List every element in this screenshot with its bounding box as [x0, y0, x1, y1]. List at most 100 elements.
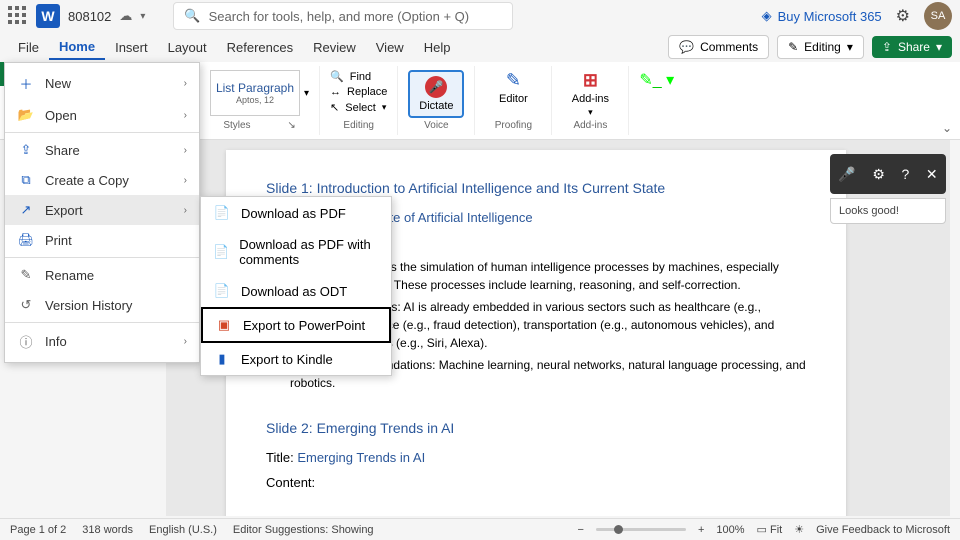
- dictate-floating-toolbar[interactable]: 🎤 ⚙ ? ✕: [830, 154, 946, 194]
- rename-icon: ✎: [17, 267, 35, 283]
- print-icon: 🖨: [17, 232, 35, 248]
- ribbon-main: List Paragraph Aptos, 12 ▾ Styles ↘ 🔍Fin…: [200, 62, 960, 139]
- buy-microsoft-link[interactable]: ◈ Buy Microsoft 365: [762, 8, 882, 24]
- word-app-icon[interactable]: W: [36, 4, 60, 28]
- app-launcher-icon[interactable]: [8, 6, 28, 26]
- search-icon: 🔍: [330, 70, 344, 83]
- new-icon: ＋: [17, 74, 35, 93]
- chevron-right-icon: ›: [184, 145, 187, 156]
- dictate-close-icon[interactable]: ✕: [926, 166, 938, 183]
- chevron-right-icon: ›: [184, 175, 187, 186]
- tab-insert[interactable]: Insert: [105, 36, 158, 59]
- cloud-saved-icon: ☁: [119, 8, 132, 24]
- menu-create-copy[interactable]: ⧉Create a Copy›: [5, 165, 199, 195]
- tab-layout[interactable]: Layout: [158, 36, 217, 59]
- find-button[interactable]: 🔍Find: [330, 70, 387, 83]
- titlebar-right: ◈ Buy Microsoft 365 ⚙ SA: [762, 2, 952, 30]
- cursor-icon: ↖: [330, 101, 339, 114]
- buy-label: Buy Microsoft 365: [778, 9, 882, 24]
- highlight-group: ✎_ ▾: [629, 66, 684, 135]
- fit-button[interactable]: ▭ Fit: [757, 523, 783, 536]
- menu-open[interactable]: 📂Open›: [5, 100, 199, 130]
- styles-group-label: Styles ↘: [223, 120, 295, 131]
- zoom-in-icon[interactable]: +: [698, 524, 704, 536]
- menu-rename[interactable]: ✎Rename: [5, 260, 199, 290]
- menu-share[interactable]: ⇪Share›: [5, 135, 199, 165]
- proofing-group: ✎ Editor Proofing: [475, 66, 552, 135]
- replace-button[interactable]: ↔Replace: [330, 86, 387, 98]
- addins-icon: ⊞: [583, 70, 598, 91]
- tab-view[interactable]: View: [366, 36, 414, 59]
- style-name: List Paragraph: [216, 81, 294, 95]
- ribbon-tabbar: File Home Insert Layout References Revie…: [0, 32, 960, 62]
- zoom-out-icon[interactable]: −: [578, 524, 584, 536]
- account-avatar[interactable]: SA: [924, 2, 952, 30]
- submenu-download-pdf[interactable]: 📄Download as PDF: [201, 197, 391, 229]
- brightness-icon[interactable]: ☀: [794, 523, 804, 536]
- dictate-help-icon[interactable]: ?: [902, 166, 910, 182]
- submenu-export-kindle[interactable]: ▮Export to Kindle: [201, 343, 391, 375]
- styles-launcher-icon[interactable]: ↘: [287, 120, 295, 131]
- export-icon: ↗: [17, 202, 35, 218]
- filename-chevron-icon[interactable]: ▾: [140, 11, 145, 22]
- style-preview[interactable]: List Paragraph Aptos, 12: [210, 70, 300, 116]
- statusbar: Page 1 of 2 318 words English (U.S.) Edi…: [0, 518, 960, 540]
- pdf-icon: 📄: [213, 205, 231, 221]
- addins-button[interactable]: ⊞ Add-ins ▾: [562, 70, 618, 118]
- share-icon: ⇪: [17, 142, 35, 158]
- search-input[interactable]: 🔍 Search for tools, help, and more (Opti…: [173, 2, 513, 30]
- proofing-group-label: Proofing: [495, 120, 532, 131]
- search-placeholder: Search for tools, help, and more (Option…: [209, 9, 470, 24]
- editing-mode-button[interactable]: ✎ Editing ▾: [777, 35, 864, 59]
- tab-home[interactable]: Home: [49, 35, 105, 60]
- editing-group: 🔍Find ↔Replace ↖Select▾ Editing: [320, 66, 398, 135]
- word-count[interactable]: 318 words: [82, 524, 133, 536]
- menu-new[interactable]: ＋New›: [5, 67, 199, 100]
- share-button[interactable]: ⇪ Share ▾: [872, 36, 952, 58]
- addins-label: Add-ins: [572, 93, 609, 105]
- menu-version-history[interactable]: ↺Version History: [5, 290, 199, 320]
- dictate-settings-icon[interactable]: ⚙: [872, 166, 885, 183]
- comments-button[interactable]: 💬 Comments: [668, 35, 769, 59]
- tab-review[interactable]: Review: [303, 36, 366, 59]
- copy-icon: ⧉: [17, 172, 35, 188]
- feedback-link[interactable]: Give Feedback to Microsoft: [816, 524, 950, 536]
- menu-print[interactable]: 🖨Print: [5, 225, 199, 255]
- share-label: Share: [898, 40, 930, 54]
- tab-file[interactable]: File: [8, 36, 49, 59]
- zoom-percent[interactable]: 100%: [716, 524, 744, 536]
- menu-separator: [5, 132, 199, 133]
- submenu-export-powerpoint[interactable]: ▣Export to PowerPoint: [201, 307, 391, 343]
- document-filename[interactable]: 808102: [68, 9, 111, 24]
- voice-group: 🎤 Dictate Voice: [398, 66, 475, 135]
- styles-expand-icon[interactable]: ▾: [304, 88, 309, 99]
- chevron-right-icon: ›: [184, 78, 187, 89]
- submenu-download-pdf-comments[interactable]: 📄Download as PDF with comments: [201, 229, 391, 275]
- microphone-icon: 🎤: [425, 76, 447, 98]
- language-indicator[interactable]: English (U.S.): [149, 524, 217, 536]
- tab-help[interactable]: Help: [414, 36, 461, 59]
- menu-info[interactable]: ⓘInfo›: [5, 325, 199, 358]
- select-button[interactable]: ↖Select▾: [330, 101, 387, 114]
- highlighter-icon[interactable]: ✎_ ▾: [639, 70, 674, 90]
- mic-active-icon[interactable]: 🎤: [838, 166, 855, 183]
- expand-ribbon-icon[interactable]: ⌄: [942, 121, 952, 135]
- zoom-thumb[interactable]: [614, 525, 623, 534]
- chevron-down-icon: ▾: [936, 40, 942, 54]
- editor-suggestions[interactable]: Editor Suggestions: Showing: [233, 524, 374, 536]
- submenu-download-odt[interactable]: 📄Download as ODT: [201, 275, 391, 307]
- menu-export[interactable]: ↗Export›: [5, 195, 199, 225]
- diamond-icon: ◈: [762, 8, 772, 24]
- editor-button[interactable]: ✎ Editor: [485, 70, 541, 105]
- page-indicator[interactable]: Page 1 of 2: [10, 524, 66, 536]
- style-font: Aptos, 12: [236, 95, 274, 105]
- zoom-slider[interactable]: [596, 528, 686, 531]
- pdf-comments-icon: 📄: [213, 244, 229, 260]
- settings-gear-icon[interactable]: ⚙: [896, 6, 910, 26]
- info-icon: ⓘ: [17, 332, 35, 351]
- tab-references[interactable]: References: [217, 36, 303, 59]
- addins-group: ⊞ Add-ins ▾ Add-ins: [552, 66, 629, 135]
- dictate-button[interactable]: 🎤 Dictate: [408, 70, 464, 118]
- slide1-heading: Slide 1: Introduction to Artificial Inte…: [266, 180, 806, 196]
- statusbar-right: − + 100% ▭ Fit ☀ Give Feedback to Micros…: [578, 523, 950, 536]
